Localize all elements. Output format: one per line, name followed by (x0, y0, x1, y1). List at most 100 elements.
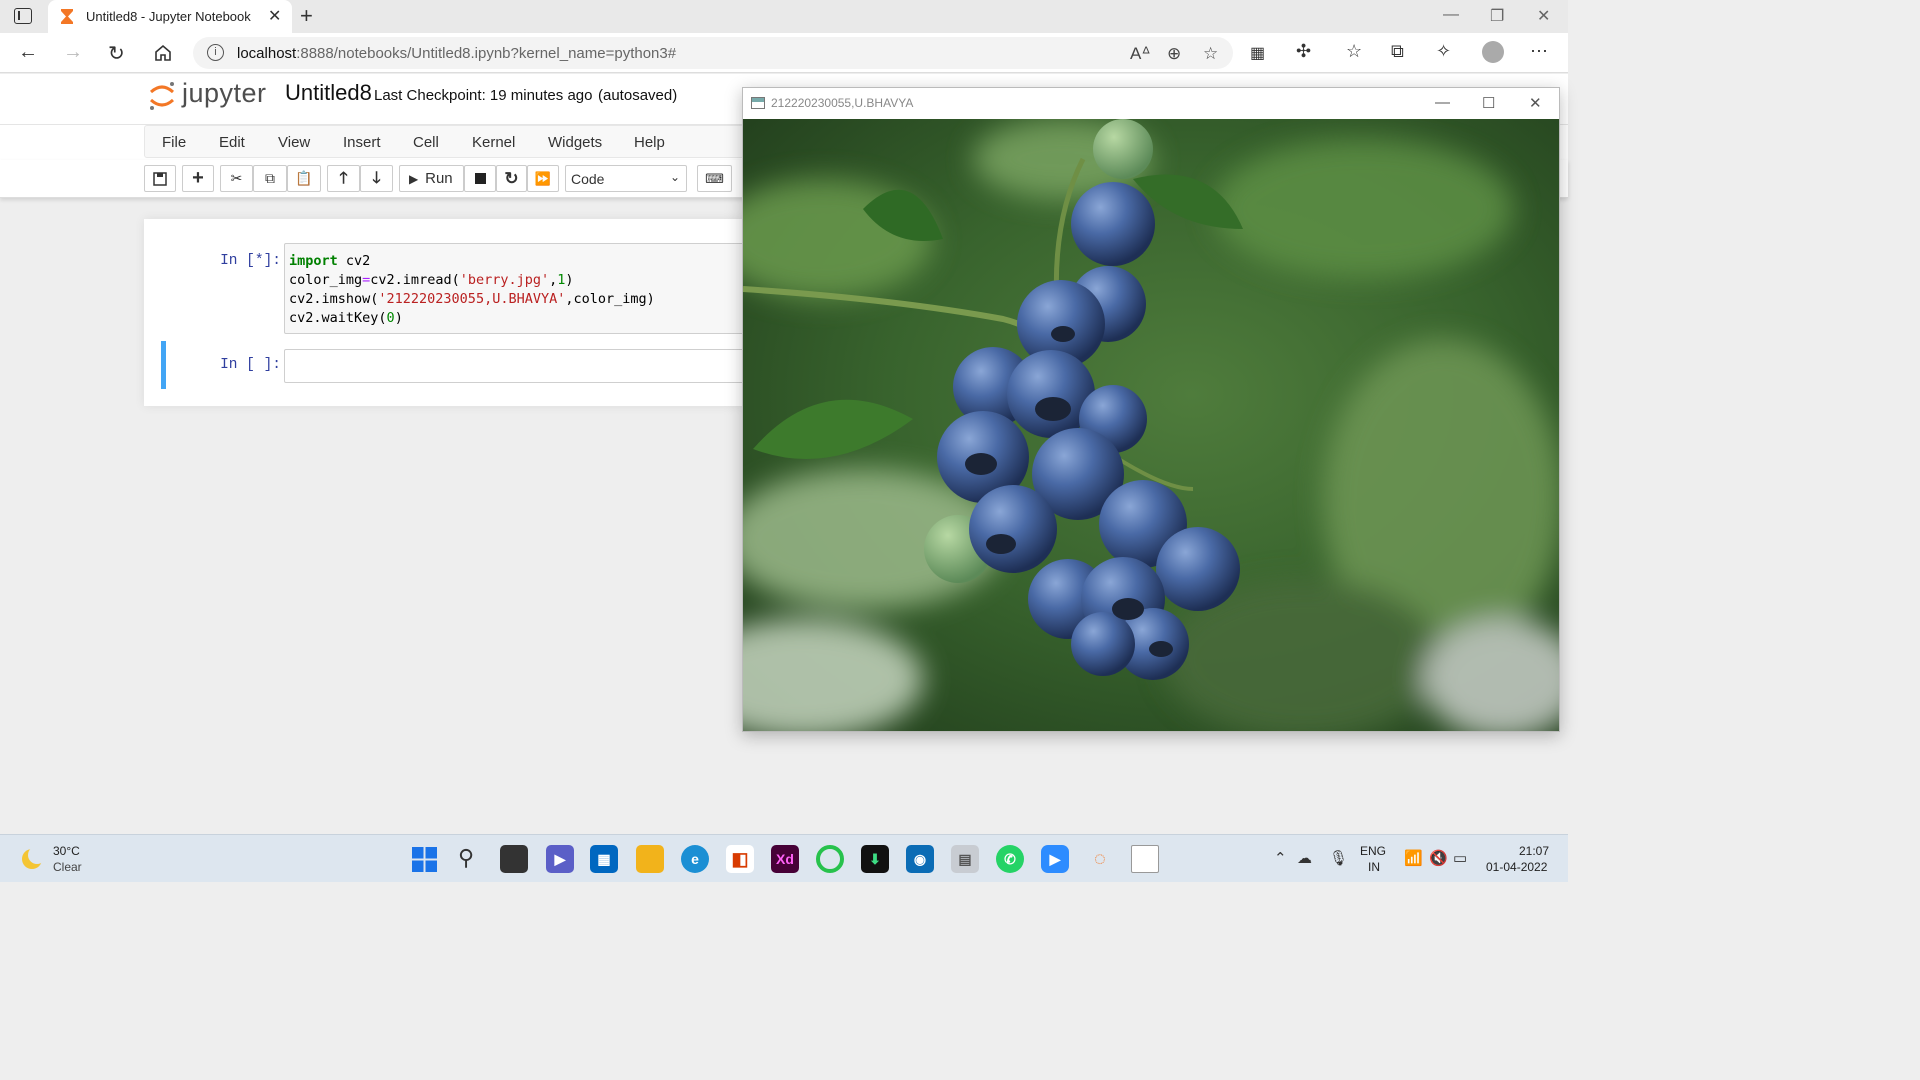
read-aloud-icon[interactable]: Aᐞ (1130, 44, 1151, 64)
jupyter-taskbar-icon[interactable]: ◌ (1086, 845, 1114, 873)
more-menu-icon[interactable]: ⋯ (1530, 41, 1548, 62)
hourglass-icon (61, 9, 73, 24)
opencv-image-window[interactable]: 212220230055,U.BHAVYA — ☐ ✕ (742, 87, 1560, 732)
moon-weather-icon[interactable] (22, 846, 46, 869)
chevron-up-icon[interactable]: ⌃ (1274, 849, 1287, 867)
onedrive-cloud-icon[interactable]: ☁ (1297, 849, 1312, 867)
close-window-icon[interactable]: ✕ (1537, 6, 1550, 26)
insert-cell-button[interactable]: + (182, 165, 214, 192)
refresh-icon[interactable]: ↻ (108, 41, 125, 66)
favorite-add-icon[interactable]: ☆ (1203, 44, 1218, 64)
file-explorer-icon[interactable] (636, 845, 664, 873)
blueberry-image (743, 119, 1559, 731)
save-button[interactable] (144, 165, 176, 192)
clock-date[interactable]: 01-04-2022 (1486, 860, 1547, 874)
paste-button[interactable]: 📋 (287, 165, 321, 192)
region-indicator[interactable]: IN (1368, 860, 1380, 874)
minimize-icon[interactable]: — (1443, 6, 1459, 24)
cut-button[interactable]: ✂ (220, 165, 253, 192)
weather-condition[interactable]: Clear (53, 860, 82, 874)
windows-start-icon[interactable] (412, 847, 437, 872)
download-app-icon[interactable]: ⬇ (861, 845, 889, 873)
copilot-icon[interactable]: ✧ (1436, 41, 1451, 62)
copy-icon: ⧉ (265, 170, 275, 186)
zoom-icon[interactable]: ⊕ (1167, 44, 1181, 64)
extension-icon[interactable]: ▦ (1250, 43, 1265, 63)
cell-code-editor[interactable] (284, 349, 744, 383)
menu-insert[interactable]: Insert (343, 134, 381, 151)
code-cell[interactable]: In [*]: import cv2 color_img=cv2.imread(… (161, 243, 744, 335)
address-bar[interactable]: i localhost:8888/notebooks/Untitled8.ipy… (193, 37, 1233, 69)
notepad-icon[interactable] (1131, 845, 1159, 873)
store-icon[interactable]: ▦ (590, 845, 618, 873)
home-icon[interactable] (153, 43, 173, 63)
back-icon[interactable]: ← (18, 41, 38, 64)
menu-widgets[interactable]: Widgets (548, 134, 602, 151)
menu-view[interactable]: View (278, 134, 310, 151)
jar-app-icon[interactable]: ▤ (951, 845, 979, 873)
microphone-icon[interactable]: 🎙 (1329, 849, 1348, 867)
edge-browser-icon[interactable]: e (681, 845, 709, 873)
autosave-status: (autosaved) (598, 87, 678, 104)
collections-icon[interactable]: ⧉ (1391, 41, 1404, 62)
url-text: localhost:8888/notebooks/Untitled8.ipynb… (237, 45, 677, 62)
cell-code-editor[interactable]: import cv2 color_img=cv2.imread('berry.j… (284, 243, 744, 334)
play-icon: ▶ (409, 172, 419, 186)
restore-icon[interactable]: ❐ (1490, 6, 1504, 26)
cell-type-select[interactable]: Code ⌄ (565, 165, 687, 192)
sync-app-icon[interactable] (816, 845, 844, 873)
restart-button[interactable]: ↻ (496, 165, 527, 192)
blueberry-photo (743, 119, 1559, 731)
paste-icon: 📋 (295, 170, 313, 186)
run-all-button[interactable]: ⏩ (527, 165, 559, 192)
cv-window-titlebar[interactable]: 212220230055,U.BHAVYA — ☐ ✕ (743, 88, 1559, 119)
notebook-title[interactable]: Untitled8 (285, 80, 372, 106)
close-icon[interactable]: ✕ (1529, 94, 1542, 112)
cell-prompt: In [ ]: (220, 357, 281, 373)
volume-muted-icon[interactable]: 🔇 (1429, 849, 1448, 867)
menu-edit[interactable]: Edit (219, 134, 245, 151)
copy-button[interactable]: ⧉ (253, 165, 287, 192)
move-down-button[interactable]: 🡓 (360, 165, 393, 192)
code-cell[interactable]: In [ ]: (161, 343, 744, 389)
save-icon (153, 172, 167, 186)
battery-icon[interactable]: ▭ (1453, 849, 1467, 867)
forward-icon[interactable]: → (63, 41, 83, 64)
dell-icon[interactable]: ◉ (906, 845, 934, 873)
tab-actions-icon[interactable] (14, 8, 32, 24)
office-icon[interactable]: ◧ (726, 845, 754, 873)
jupyter-logo-text[interactable]: jupyter (182, 78, 267, 109)
code-line: import cv2 (289, 253, 371, 269)
minimize-icon[interactable]: — (1435, 94, 1450, 111)
tab-close-icon[interactable]: ✕ (268, 6, 281, 26)
clock-time[interactable]: 21:07 (1519, 844, 1549, 858)
command-palette-button[interactable]: ⌨ (697, 165, 732, 192)
code-line: color_img=cv2.imread('berry.jpg',1) (289, 272, 574, 288)
menu-help[interactable]: Help (634, 134, 665, 151)
weather-temperature[interactable]: 30°C (53, 844, 80, 858)
site-info-icon[interactable]: i (207, 44, 224, 61)
maximize-icon[interactable]: ☐ (1482, 94, 1495, 112)
interrupt-button[interactable] (464, 165, 496, 192)
menu-file[interactable]: File (162, 134, 186, 151)
jupyter-logo-icon[interactable] (148, 80, 176, 112)
browser-tab[interactable]: Untitled8 - Jupyter Notebook ✕ (48, 0, 292, 33)
arrow-up-icon: 🡑 (339, 170, 348, 187)
menu-kernel[interactable]: Kernel (472, 134, 515, 151)
menu-cell[interactable]: Cell (413, 134, 439, 151)
run-button[interactable]: ▶ Run (399, 165, 464, 192)
adobe-xd-icon[interactable]: Xd (771, 845, 799, 873)
whatsapp-icon[interactable]: ✆ (996, 845, 1024, 873)
wifi-icon[interactable]: 📶 (1404, 849, 1423, 867)
task-view-icon[interactable] (500, 845, 528, 873)
new-tab-icon[interactable]: + (300, 3, 313, 29)
teams-chat-icon[interactable]: ▶ (546, 845, 574, 873)
language-indicator[interactable]: ENG (1360, 844, 1386, 858)
puzzle-extensions-icon[interactable]: ✣ (1296, 41, 1311, 62)
tab-title: Untitled8 - Jupyter Notebook (86, 9, 251, 24)
move-up-button[interactable]: 🡑 (327, 165, 360, 192)
profile-avatar[interactable] (1482, 41, 1504, 63)
zoom-app-icon[interactable]: ▶ (1041, 845, 1069, 873)
favorites-icon[interactable]: ☆ (1346, 41, 1362, 62)
search-icon[interactable]: ⚲ (458, 845, 474, 871)
